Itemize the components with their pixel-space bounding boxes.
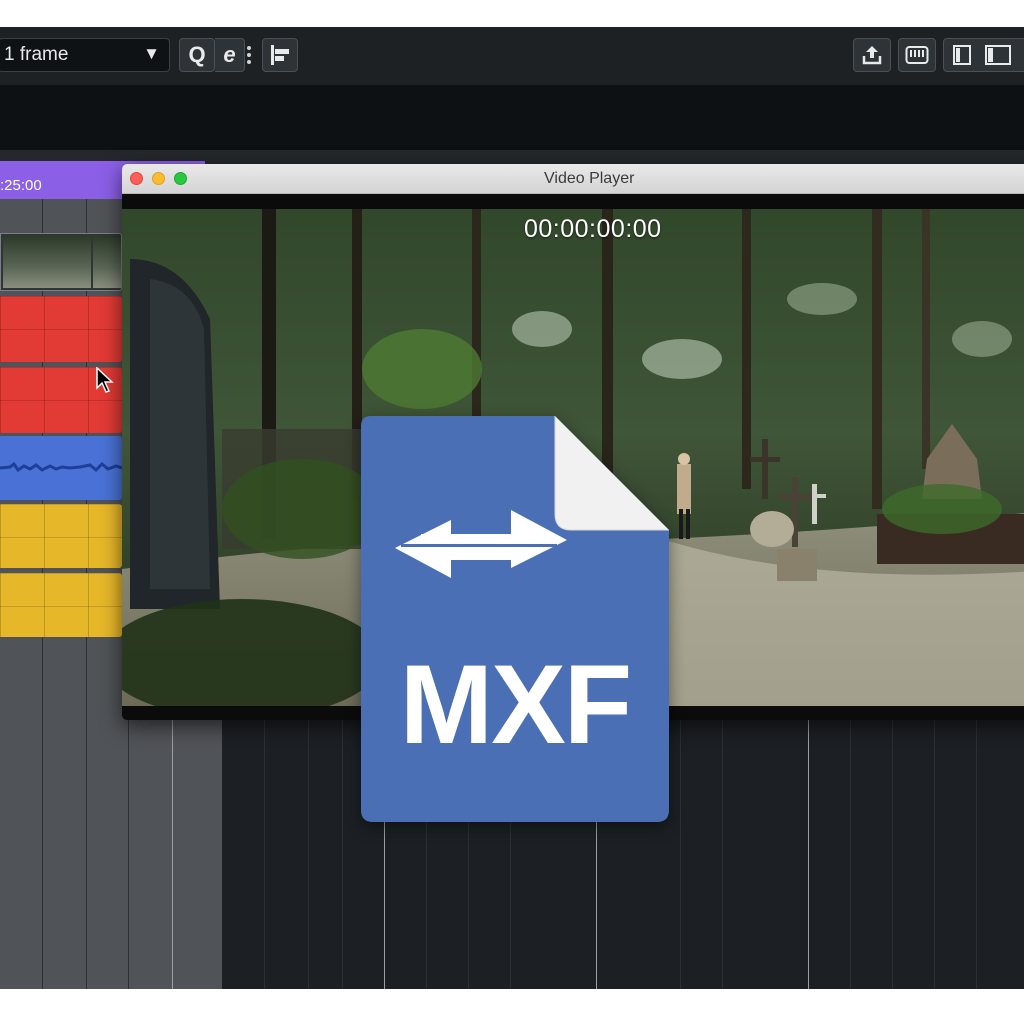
ruler-time-label: :25:00 xyxy=(0,177,42,194)
layout-toggle-group[interactable] xyxy=(943,38,1024,72)
keyboard-icon xyxy=(905,46,929,64)
export-icon xyxy=(862,46,882,65)
edit-mode-button[interactable]: e xyxy=(215,38,245,72)
mouse-pointer-icon xyxy=(96,367,114,393)
midi-clip-yellow[interactable] xyxy=(0,573,122,637)
video-timecode: 00:00:00:00 xyxy=(524,215,662,243)
video-thumbnail xyxy=(93,236,121,288)
chevron-down-icon: ▼ xyxy=(143,44,160,63)
midi-clip-yellow[interactable] xyxy=(0,504,122,568)
video-player-titlebar[interactable]: Video Player xyxy=(122,164,1024,194)
align-button[interactable] xyxy=(262,38,298,72)
keyboard-button[interactable] xyxy=(898,38,936,72)
video-thumbnail xyxy=(3,236,91,288)
timeline-ruler[interactable] xyxy=(0,151,1024,161)
audio-clip-blue[interactable] xyxy=(0,436,122,500)
snap-value: 1 frame xyxy=(4,44,69,65)
close-button[interactable] xyxy=(130,172,143,185)
window-title: Video Player xyxy=(544,170,635,187)
align-left-icon xyxy=(271,45,289,65)
video-clip[interactable] xyxy=(0,233,122,291)
snap-grid-select[interactable]: 1 frame ▼ xyxy=(0,38,170,72)
quantize-button[interactable]: Q xyxy=(179,38,215,72)
panel-left-icon[interactable] xyxy=(953,44,971,66)
panel-right-icon[interactable] xyxy=(985,44,1011,66)
more-options-icon[interactable] xyxy=(246,44,252,66)
midi-clip-red[interactable] xyxy=(0,296,122,362)
audio-waveform xyxy=(0,461,122,473)
info-line xyxy=(0,86,1024,150)
toolbar: 1 frame ▼ Q e xyxy=(0,27,1024,86)
mxf-label: MXF xyxy=(399,642,632,767)
zoom-button[interactable] xyxy=(174,172,187,185)
export-button[interactable] xyxy=(853,38,891,72)
minimize-button[interactable] xyxy=(152,172,165,185)
